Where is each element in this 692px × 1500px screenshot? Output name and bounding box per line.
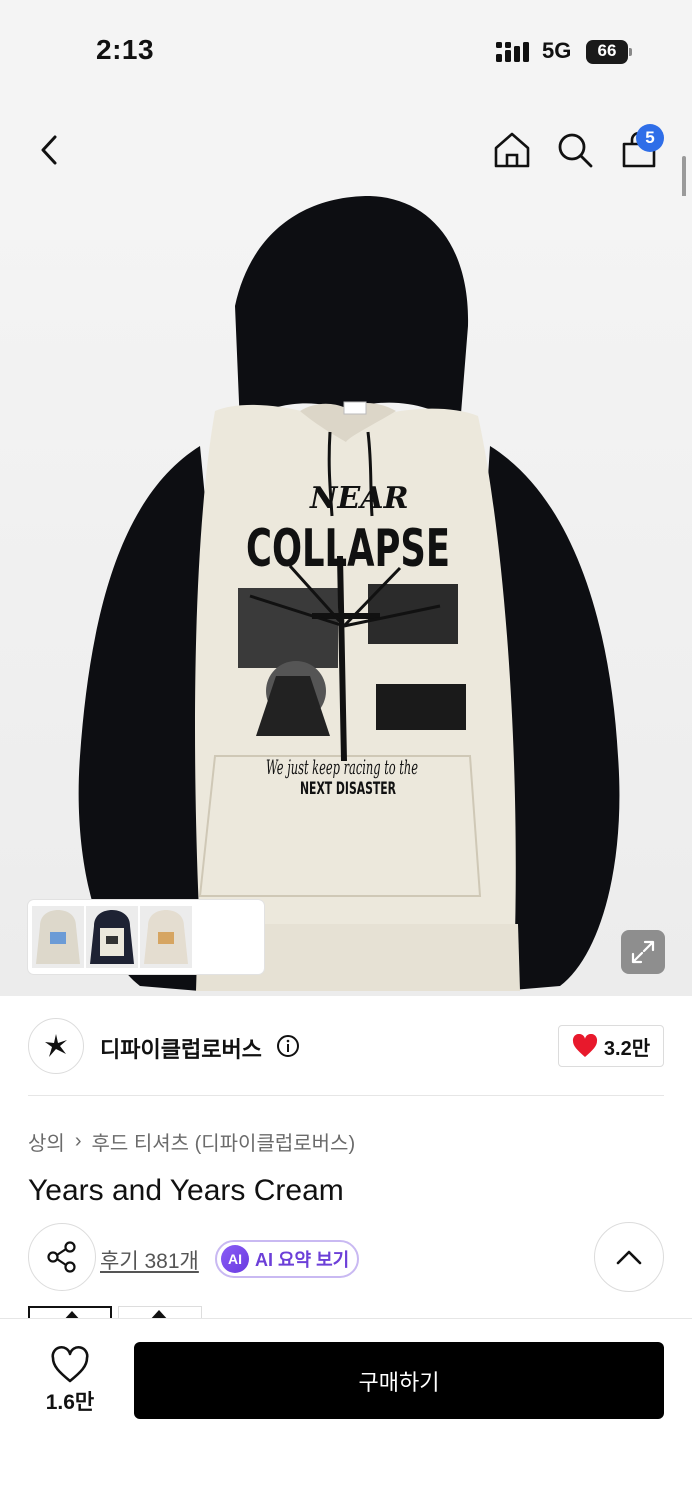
brand-name[interactable]: 디파이클럽로버스	[100, 1032, 262, 1064]
expand-image-button[interactable]	[621, 930, 665, 974]
share-button[interactable]	[28, 1223, 96, 1291]
breadcrumb: 상의 › 후드 티셔츠 (디파이클럽로버스)	[28, 1127, 355, 1156]
network-type: 5G	[542, 38, 572, 63]
status-bar: 2:13 5G 66	[0, 0, 692, 100]
expand-icon	[631, 940, 655, 964]
thumbnail-cream[interactable]	[32, 906, 84, 968]
share-icon	[47, 1241, 76, 1273]
brand-mark-icon	[45, 1034, 67, 1057]
signal-icon	[496, 42, 529, 62]
print-tagline: We just keep racing to the	[266, 755, 418, 779]
search-button[interactable]	[553, 128, 597, 172]
print-collapse: COLLAPSE	[246, 519, 450, 579]
product-title: Years and Years Cream	[28, 1174, 344, 1207]
buy-button[interactable]: 구매하기	[134, 1342, 664, 1419]
battery-icon: 66	[586, 40, 632, 64]
scroll-top-button[interactable]	[594, 1222, 664, 1292]
brand-like-count: 3.2만	[603, 1037, 651, 1060]
ai-summary-button[interactable]: AI AI 요약 보기	[215, 1240, 359, 1278]
print-next-disaster: NEXT DISASTER	[300, 779, 396, 799]
home-icon	[494, 132, 530, 168]
cart-count-badge: 5	[636, 124, 664, 152]
wish-count: 1.6만	[45, 1391, 95, 1414]
home-button[interactable]	[490, 128, 534, 172]
battery-level: 66	[597, 41, 617, 60]
brand-logo[interactable]	[28, 1018, 84, 1074]
color-thumbnails	[28, 900, 264, 974]
brand-like-button[interactable]: 3.2만	[558, 1025, 664, 1067]
status-time: 2:13	[96, 34, 155, 65]
search-icon	[558, 133, 593, 168]
print-near: NEAR	[309, 481, 409, 516]
back-button[interactable]	[28, 128, 72, 172]
breadcrumb-subcategory[interactable]: 후드 티셔츠 (디파이클럽로버스)	[91, 1127, 355, 1156]
hoodie-illustration: NEAR COLLAPSE We just keep racing to the…	[78, 196, 620, 991]
chevron-up-icon	[616, 1250, 642, 1265]
divider	[28, 1095, 664, 1096]
product-image[interactable]: NEAR COLLAPSE We just keep racing to the…	[0, 196, 692, 996]
breadcrumb-category[interactable]: 상의	[28, 1127, 65, 1156]
heart-filled-icon	[572, 1034, 597, 1057]
top-nav	[0, 100, 692, 196]
breadcrumb-separator: ›	[74, 1130, 82, 1152]
heart-outline-icon[interactable]	[48, 1345, 92, 1385]
back-icon	[41, 135, 57, 165]
thumbnail-beige[interactable]	[140, 906, 192, 968]
thumbnail-navy[interactable]	[86, 906, 138, 968]
ai-badge-icon: AI	[221, 1245, 249, 1273]
ai-summary-label: AI 요약 보기	[255, 1250, 350, 1270]
info-icon[interactable]	[276, 1034, 300, 1058]
reviews-link[interactable]: 후기 381개	[100, 1245, 199, 1275]
